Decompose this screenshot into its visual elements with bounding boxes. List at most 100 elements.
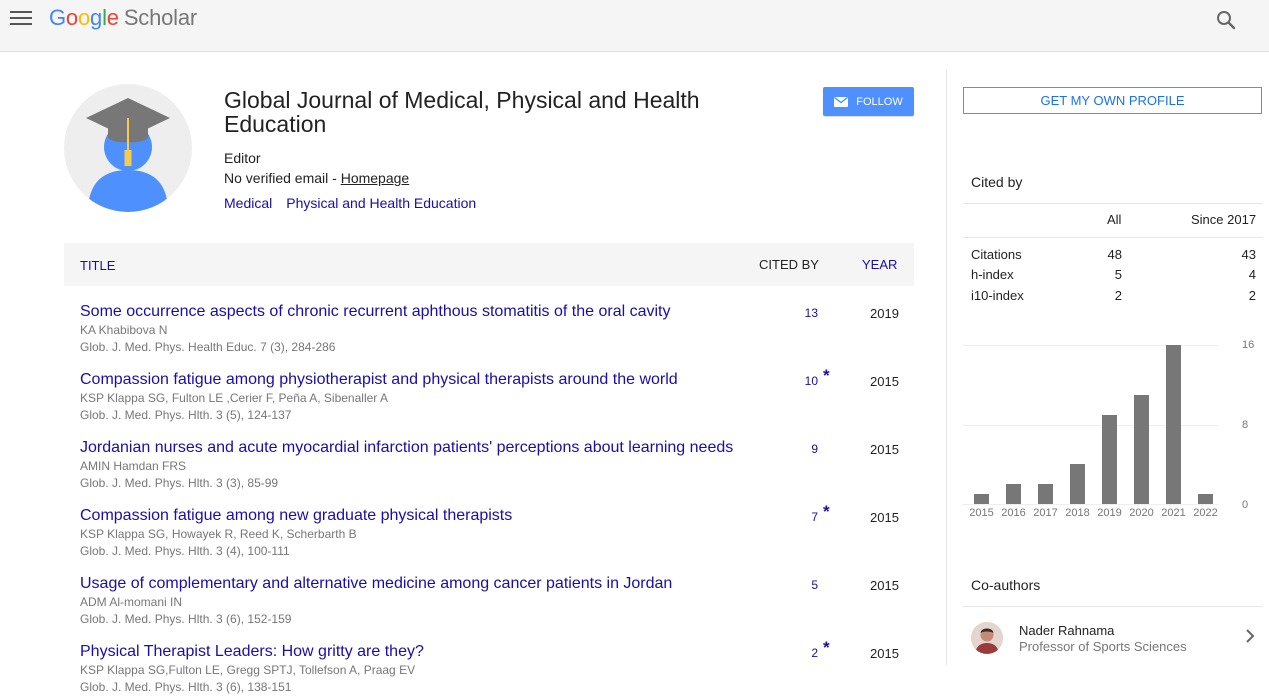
chart-bar-2021[interactable] (1166, 345, 1181, 504)
logo-letter: o (65, 5, 78, 30)
year-column-header[interactable]: YEAR (862, 257, 897, 272)
logo-letter: G (49, 5, 66, 30)
chart-bar-2022[interactable] (1198, 494, 1213, 504)
homepage-link[interactable]: Homepage (341, 170, 410, 186)
chart-bar-2020[interactable] (1134, 395, 1149, 504)
hamburger-menu-icon[interactable] (10, 11, 32, 27)
follow-label: FOLLOW (856, 95, 903, 108)
search-icon[interactable] (1216, 10, 1236, 30)
y-tick-label: 16 (1242, 339, 1255, 351)
chart-bar-2015[interactable] (974, 494, 989, 504)
logo-letter: o (77, 5, 91, 30)
get-my-own-profile-button[interactable]: GET MY OWN PROFILE (963, 87, 1262, 114)
cited-by-count-link[interactable]: 13 (764, 306, 818, 320)
cited-by-heading: Cited by (971, 174, 1023, 190)
stat-label-citations: Citations (971, 247, 1022, 262)
x-tick-label: 2016 (1001, 507, 1026, 519)
articles-table-header: TITLE CITED BY YEAR (64, 243, 914, 286)
article-authors: KA Khabibova N (80, 323, 168, 337)
coauthor-name: Nader Rahnama (1019, 623, 1115, 638)
article-year: 2015 (870, 442, 899, 457)
article-authors: KSP Klappa SG, Fulton LE ,Cerier F, Peña… (80, 391, 388, 405)
article-authors: ADM Al-momani IN (80, 595, 183, 609)
article-year: 2019 (870, 306, 899, 321)
cited-by-count-link[interactable]: 10 (764, 374, 818, 388)
graduate-placeholder-icon (86, 98, 170, 212)
article-year: 2015 (870, 578, 899, 593)
cited-by-count-link[interactable]: 5 (764, 578, 818, 592)
article-authors: AMIN Hamdan FRS (80, 459, 187, 473)
stats-col-since: Since 2017 (1191, 212, 1257, 227)
chart-bar-2019[interactable] (1102, 415, 1117, 504)
article-venue: Glob. J. Med. Phys. Hlth. 3 (3), 85-99 (80, 476, 279, 490)
table-row: Some occurrence aspects of chronic recur… (64, 303, 914, 371)
article-title-link[interactable]: Jordanian nurses and acute myocardial in… (80, 439, 733, 457)
google-scholar-logo[interactable]: Google Scholar (49, 5, 197, 31)
stat-since-h-index: 4 (1248, 267, 1256, 282)
cited-by-count-link[interactable]: 9 (764, 442, 818, 456)
table-row: Usage of complementary and alternative m… (64, 575, 914, 643)
x-tick-label: 2020 (1129, 507, 1154, 519)
y-tick-label: 0 (1242, 499, 1249, 511)
interest-physical-health-education[interactable]: Physical and Health Education (286, 195, 476, 211)
stats-col-all: All (1107, 212, 1122, 227)
stat-all-citations: 48 (1107, 247, 1122, 262)
research-interests: Medical Physical and Health Education (224, 195, 490, 211)
article-venue: Glob. J. Med. Phys. Hlth. 3 (6), 152-159 (80, 612, 292, 626)
table-row: Physical Therapist Leaders: How gritty a… (64, 638, 914, 698)
divider (963, 606, 1263, 607)
chart-baseline (963, 504, 1218, 505)
article-title-link[interactable]: Some occurrence aspects of chronic recur… (80, 303, 671, 321)
table-row: Jordanian nurses and acute myocardial in… (64, 439, 914, 507)
article-title-link[interactable]: Physical Therapist Leaders: How gritty a… (80, 643, 424, 661)
cited-by-column-header: CITED BY (759, 257, 819, 272)
merged-citations-star[interactable]: * (823, 502, 830, 522)
verified-email-text: No verified email - (224, 170, 341, 186)
table-row: Compassion fatigue among physiotherapist… (64, 366, 914, 439)
interest-medical[interactable]: Medical (224, 195, 272, 211)
x-tick-label: 2019 (1097, 507, 1122, 519)
chart-bar-2018[interactable] (1070, 464, 1085, 504)
stat-all-i10-index: 2 (1114, 288, 1122, 303)
logo-scholar: Scholar (123, 5, 198, 30)
sidebar-divider (946, 70, 947, 665)
cited-by-count-link[interactable]: 7 (764, 510, 818, 524)
merged-citations-star[interactable]: * (823, 366, 830, 386)
stat-since-i10-index: 2 (1248, 288, 1256, 303)
chart-bar-2017[interactable] (1038, 484, 1053, 504)
article-venue: Glob. J. Med. Phys. Hlth. 3 (4), 100-111 (80, 544, 290, 558)
article-venue: Glob. J. Med. Phys. Hlth. 3 (5), 124-137 (80, 408, 292, 422)
article-title-link[interactable]: Compassion fatigue among new graduate ph… (80, 507, 512, 525)
article-venue: Glob. J. Med. Phys. Health Educ. 7 (3), … (80, 340, 336, 354)
logo-letter: e (106, 5, 119, 30)
article-authors: KSP Klappa SG, Howayek R, Reed K, Scherb… (80, 527, 357, 541)
x-tick-label: 2017 (1033, 507, 1058, 519)
article-year: 2015 (870, 374, 899, 389)
x-tick-label: 2018 (1065, 507, 1090, 519)
coauthor-affiliation: Professor of Sports Sciences (1019, 639, 1187, 654)
profile-affiliation: Editor (224, 150, 261, 166)
divider (963, 237, 1263, 238)
x-tick-label: 2022 (1193, 507, 1218, 519)
logo-google: Google (49, 5, 119, 30)
profile-email-line: No verified email - Homepage (224, 170, 409, 186)
title-column-header[interactable]: TITLE (80, 258, 115, 273)
y-tick-label: 8 (1242, 419, 1249, 431)
logo-letter: g (90, 5, 103, 30)
stat-all-h-index: 5 (1114, 267, 1122, 282)
stat-label-i10-index: i10-index (971, 288, 1024, 303)
table-row: Compassion fatigue among new graduate ph… (64, 502, 914, 575)
cited-by-count-link[interactable]: 2 (764, 646, 818, 660)
follow-button[interactable]: FOLLOW (823, 87, 914, 116)
coauthor-avatar (971, 622, 1003, 654)
article-title-link[interactable]: Compassion fatigue among physiotherapist… (80, 371, 678, 389)
merged-citations-star[interactable]: * (823, 638, 830, 658)
article-year: 2015 (870, 646, 899, 661)
chevron-right-icon (1246, 629, 1255, 643)
divider (963, 203, 1263, 204)
article-venue: Glob. J. Med. Phys. Hlth. 3 (6), 138-151 (80, 680, 292, 694)
article-year: 2015 (870, 510, 899, 525)
article-title-link[interactable]: Usage of complementary and alternative m… (80, 575, 672, 593)
chart-bar-2016[interactable] (1006, 484, 1021, 504)
coauthor-item[interactable]: Nader Rahnama Professor of Sports Scienc… (963, 614, 1263, 664)
